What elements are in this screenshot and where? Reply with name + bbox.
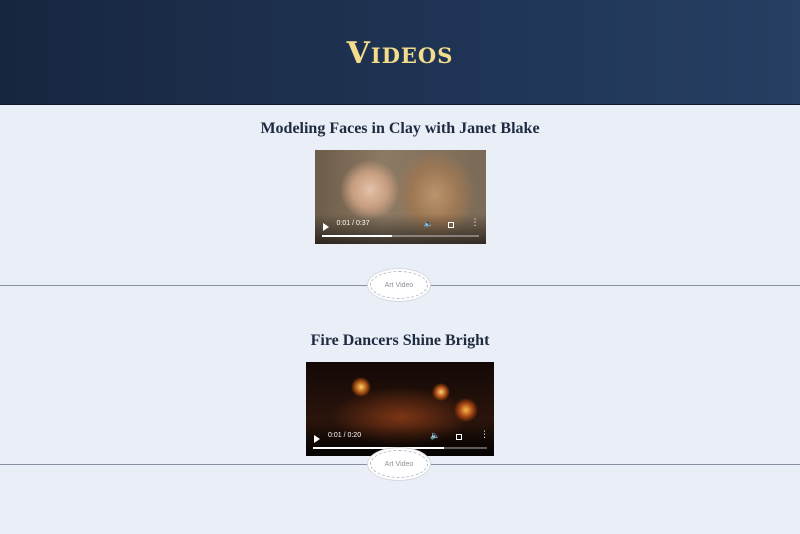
play-icon[interactable] (314, 435, 320, 443)
volume-icon[interactable]: 🔈 (424, 219, 434, 228)
video-time-1: 0:01 / 0:37 (336, 220, 370, 227)
fullscreen-icon[interactable] (447, 222, 454, 228)
more-vertical-icon[interactable]: ⋮ (480, 431, 489, 440)
video-time-2: 0:01 / 0:20 (328, 432, 362, 439)
page-title: Videos (346, 35, 454, 71)
video-player-1[interactable]: 0:01 / 0:37 🔈 ⋮ (314, 150, 486, 244)
play-icon[interactable] (322, 223, 329, 231)
volume-icon[interactable]: 🔈 (430, 431, 440, 440)
video-progress-1[interactable] (321, 235, 479, 237)
video-controls-1: 0:01 / 0:37 🔈 ⋮ (314, 214, 486, 244)
video-section-2: Fire Dancers Shine Bright 0:01 / 0:20 🔈 … (0, 285, 800, 498)
page-header: Videos (0, 0, 800, 105)
video-section-1: Modeling Faces in Clay with Janet Blake … (0, 105, 800, 299)
art-video-badge-2: Art Video (370, 450, 428, 478)
video-title-2: Fire Dancers Shine Bright (310, 332, 490, 349)
video-title-1: Modeling Faces in Clay with Janet Blake (260, 120, 540, 137)
video-progress-2[interactable] (313, 447, 487, 449)
fullscreen-icon[interactable] (456, 434, 462, 440)
more-vertical-icon[interactable]: ⋮ (471, 219, 480, 228)
video-player-2[interactable]: 0:01 / 0:20 🔈 ⋮ (306, 362, 494, 456)
video-progress-fill-2 (313, 447, 444, 449)
video-progress-fill-1 (321, 235, 393, 237)
